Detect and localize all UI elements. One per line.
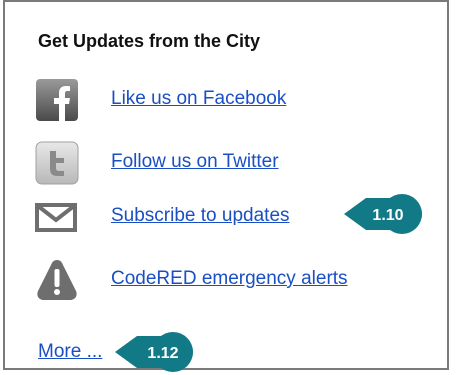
- more-link[interactable]: More ...: [38, 341, 102, 363]
- facebook-link[interactable]: Like us on Facebook: [111, 88, 286, 110]
- codered-link[interactable]: CodeRED emergency alerts: [111, 268, 348, 290]
- callout-label: 1.10: [372, 207, 403, 224]
- updates-panel: Get Updates from the City Like us on Fac…: [3, 0, 449, 370]
- subscribe-link[interactable]: Subscribe to updates: [111, 205, 290, 227]
- callout-badge-1-12: 1.12: [115, 332, 193, 372]
- list-item-codered: CodeRED emergency alerts: [35, 258, 435, 304]
- list-item-twitter: Follow us on Twitter: [35, 141, 435, 187]
- facebook-icon: [35, 78, 79, 127]
- callout-label: 1.12: [147, 345, 178, 362]
- twitter-link[interactable]: Follow us on Twitter: [111, 151, 279, 173]
- alert-icon: [35, 258, 79, 307]
- envelope-icon: [35, 195, 79, 244]
- callout-badge-1-10: 1.10: [344, 194, 422, 234]
- panel-title: Get Updates from the City: [38, 31, 261, 51]
- list-item-facebook: Like us on Facebook: [35, 78, 435, 124]
- twitter-icon: [35, 141, 79, 190]
